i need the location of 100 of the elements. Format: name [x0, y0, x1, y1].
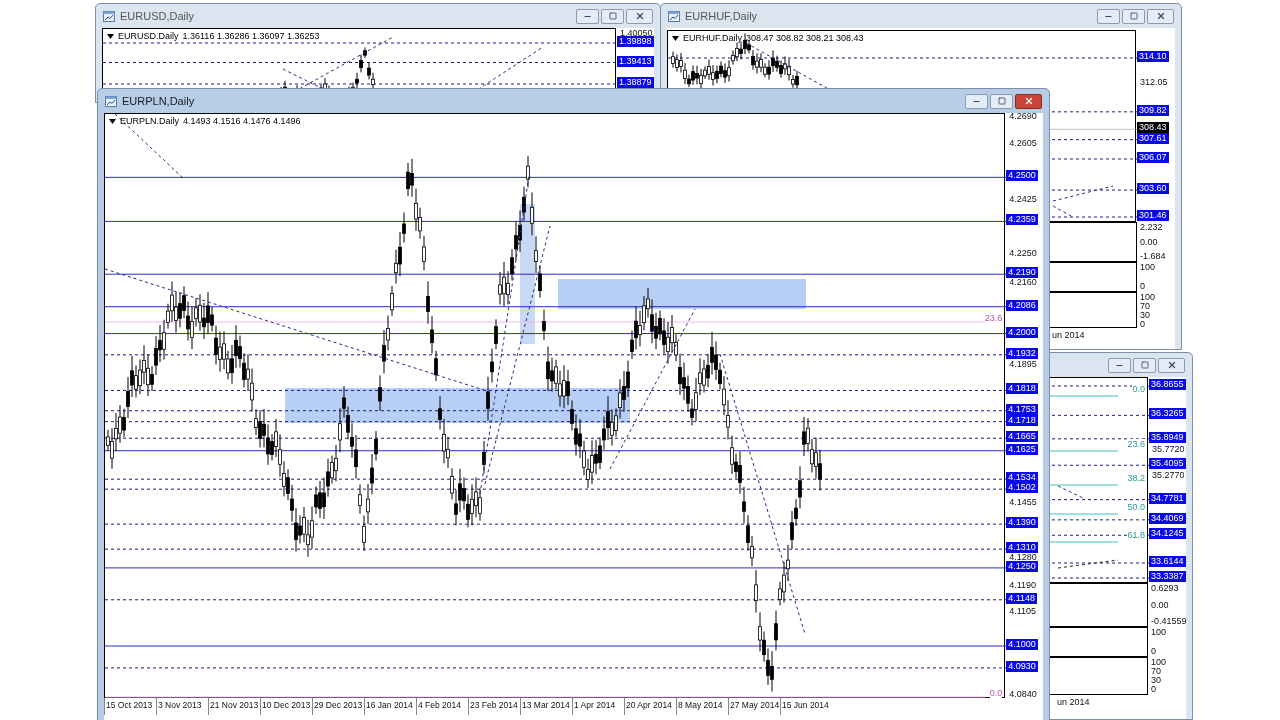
price-tag: 303.60 [1137, 183, 1169, 195]
close-button[interactable] [626, 8, 653, 24]
axis-label: 4.1895 [1009, 359, 1037, 371]
price-tag: 306.07 [1137, 152, 1169, 163]
price-tag: 4.1000 [1006, 639, 1038, 650]
axis-label: 4.1105 [1009, 606, 1036, 618]
price-tag: 4.1502 [1006, 482, 1038, 494]
axis-label: 4.2160 [1009, 276, 1037, 288]
trend-line [1052, 205, 1074, 218]
axis-label: 0 [1139, 320, 1146, 329]
minimize-button[interactable] [1108, 357, 1131, 373]
axis-label: 0 [1150, 685, 1157, 694]
axis-label: 0.00 [1139, 237, 1159, 247]
price-tag: 4.2359 [1006, 214, 1038, 226]
axis-label: 100 [1150, 628, 1168, 637]
price-tag: 4.1148 [1006, 592, 1037, 604]
axis-label: 30 [1139, 311, 1151, 320]
minimize-button[interactable] [576, 8, 599, 24]
price-tag: 4.1390 [1006, 517, 1038, 529]
date-label: 1 Apr 2014 [572, 698, 624, 715]
axis-label: 4.1280 [1009, 551, 1037, 563]
date-label: 29 Dec 2013 [312, 698, 364, 715]
close-button[interactable] [1158, 357, 1185, 373]
date-label: 16 Jan 2014 [364, 698, 416, 715]
chart-symbol: EURUSD.Daily [118, 31, 179, 42]
axis-label: 0.6293 [1150, 584, 1180, 593]
price-tag: 309.82 [1137, 104, 1169, 116]
dropdown-arrow-icon [672, 36, 679, 41]
price-tag: 4.2500 [1006, 170, 1038, 182]
ohlc-quote: 4.1493 4.1516 4.1476 4.1496 [183, 116, 301, 127]
trend-line [1057, 559, 1119, 569]
price-tag: 4.1310 [1006, 542, 1038, 554]
trend-line [1057, 485, 1084, 499]
price-tag: 4.1753 [1006, 403, 1038, 415]
price-tag: 4.1718 [1006, 414, 1038, 426]
date-label: 21 Nov 2013 [208, 698, 260, 715]
dropdown-arrow-icon [107, 34, 114, 39]
price-tag: 4.2086 [1006, 299, 1038, 311]
date-label: 20 Apr 2014 [624, 698, 676, 715]
axis-label: 70 [1150, 667, 1162, 676]
axis-label: 0.00 [1150, 600, 1170, 610]
axis-label: 4.1190 [1009, 579, 1036, 591]
close-icon [634, 11, 645, 21]
window-title: EURPLN,Daily [122, 93, 195, 109]
price-tag: 4.0930 [1006, 660, 1038, 672]
window-title: EURUSD,Daily [120, 8, 194, 24]
fibonacci-label: 61.8 [1127, 530, 1145, 541]
price-tag: 35.8949 [1149, 431, 1186, 443]
price-tag: 4.1665 [1006, 431, 1038, 443]
date-label: 3 Nov 2013 [156, 698, 208, 715]
axis-label: 100 [1139, 293, 1157, 302]
restore-icon [997, 97, 1006, 105]
price-tag: 4.1625 [1006, 443, 1038, 455]
fibonacci-label: 50.0 [1127, 502, 1145, 513]
price-tag: 1.39413 [617, 55, 654, 67]
axis-label: 30 [1150, 676, 1162, 685]
axis-label: 2.232 [1139, 223, 1164, 232]
price-tag: 1.38879 [617, 77, 654, 88]
date-label: 23 Feb 2014 [468, 698, 520, 715]
axis-label: 4.1455 [1009, 496, 1037, 508]
restore-icon [1140, 361, 1149, 369]
price-tag: 33.6144 [1149, 556, 1186, 567]
date-label: 8 May 2014 [676, 698, 728, 715]
fibonacci-label: 0.0 [989, 688, 1003, 699]
date-label: 27 May 2014 [728, 698, 780, 715]
price-tag: 35.4095 [1149, 458, 1186, 470]
price-tag: 314.10 [1137, 51, 1169, 62]
fibonacci-label: 38.2 [1127, 473, 1145, 484]
fibonacci-label: 0.0 [1132, 384, 1145, 395]
axis-label: -1.684 [1139, 252, 1167, 261]
axis-label: 35.7720 [1152, 443, 1185, 455]
fibonacci-label: 23.6 [984, 313, 1003, 324]
chart-symbol: EURHUF.Daily [683, 33, 742, 44]
date-label: 15 Jun 2014 [780, 698, 832, 715]
axis-label: 35.2770 [1152, 470, 1185, 482]
close-icon [1023, 96, 1034, 106]
axis-label: 312.05 [1140, 76, 1168, 88]
close-button[interactable] [1015, 93, 1042, 109]
price-tag: 4.2000 [1006, 326, 1038, 338]
date-label: 10 Dec 2013 [260, 698, 312, 715]
price-tag: 4.1818 [1006, 383, 1038, 395]
chart-window-icon [103, 10, 115, 22]
price-tag: 4.1250 [1006, 560, 1038, 572]
minimize-button[interactable] [965, 93, 988, 109]
close-button[interactable] [1147, 8, 1174, 24]
chart-window-icon [105, 95, 117, 107]
close-icon [1155, 11, 1166, 21]
axis-label: 4.2605 [1009, 137, 1037, 149]
chart-symbol: EURPLN.Daily [120, 116, 179, 127]
ohlc-quote: 1.36116 1.36286 1.36097 1.36253 [182, 31, 320, 42]
date-label: 4 Feb 2014 [416, 698, 468, 715]
axis-label: 100 [1150, 658, 1168, 667]
dropdown-arrow-icon [109, 119, 116, 124]
axis-label: 0 [1139, 282, 1146, 291]
price-tag: 33.3387 [1149, 571, 1186, 582]
minimize-button[interactable] [1097, 8, 1120, 24]
ohlc-quote: 308.47 308.82 308.21 308.43 [746, 33, 864, 44]
axis-label: 100 [1139, 263, 1157, 272]
price-tag: 308.43 [1137, 122, 1169, 134]
date-label: 15 Oct 2013 [104, 698, 156, 715]
